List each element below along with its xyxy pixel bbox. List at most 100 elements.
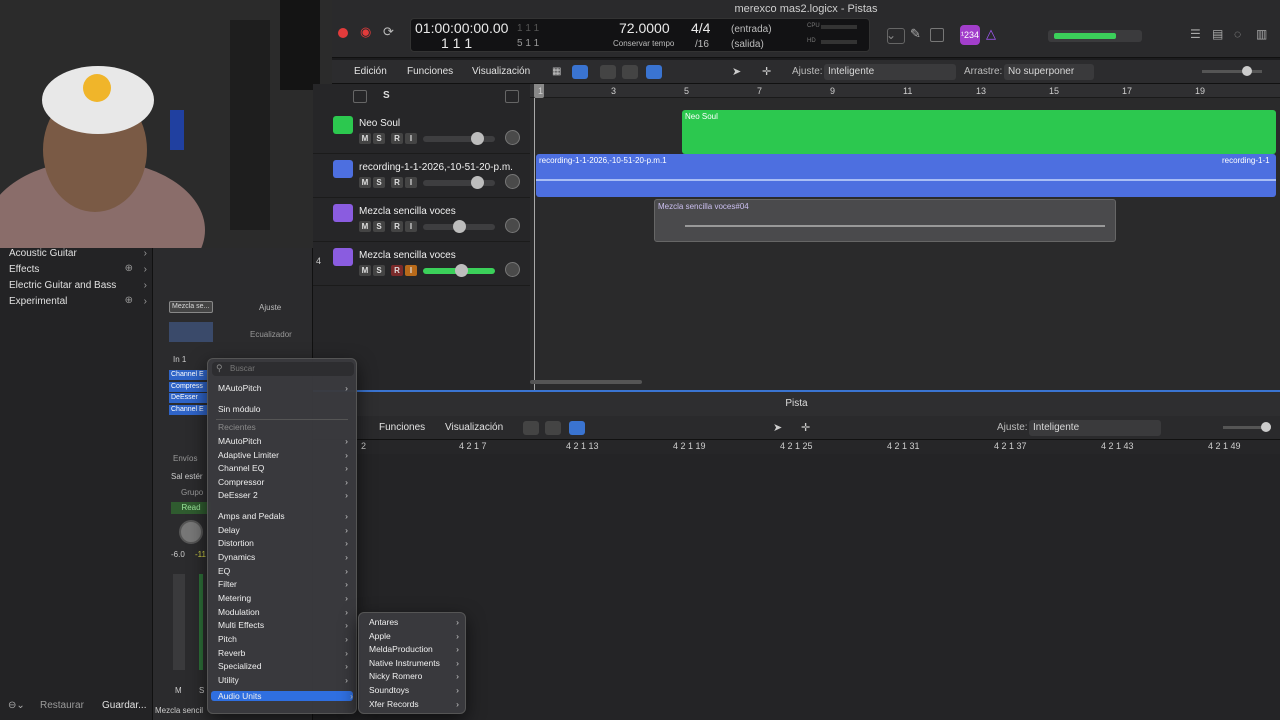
track-record-button[interactable]: R bbox=[391, 221, 403, 232]
editor-catch-icon[interactable] bbox=[569, 421, 585, 435]
menu-item-category[interactable]: Distortion › bbox=[218, 538, 348, 548]
menu-item-recent[interactable]: Adaptive Limiter › bbox=[218, 450, 348, 460]
menu-item-category[interactable]: Multi Effects › bbox=[218, 620, 348, 630]
menu-item-audio-units[interactable]: Audio Units › bbox=[211, 691, 353, 702]
editor-ajuste-select[interactable]: Inteligente bbox=[1029, 420, 1161, 436]
library-settings-icon[interactable]: ⊖⌄ bbox=[8, 700, 25, 711]
au-manufacturer-item[interactable]: Apple › bbox=[369, 631, 459, 641]
mute-button[interactable]: M bbox=[175, 686, 182, 695]
track-header[interactable]: Mezcla sencilla voces M S R I bbox=[313, 198, 530, 242]
menu-item-recent[interactable]: DeEsser 2 › bbox=[218, 490, 348, 500]
au-manufacturer-item[interactable]: Antares › bbox=[369, 617, 459, 627]
track-volume-knob[interactable] bbox=[453, 220, 466, 233]
menu-item-category[interactable]: Specialized › bbox=[218, 661, 348, 671]
track-input-monitor-button[interactable]: I bbox=[405, 221, 417, 232]
library-item[interactable]: Electric Guitar and Bass › bbox=[9, 280, 149, 291]
capture-recording-icon[interactable]: ◉ bbox=[360, 24, 371, 40]
automation-read[interactable]: Read bbox=[171, 502, 211, 514]
region-recording[interactable]: recording-1-1-2026,-10-51-20-p.m.1 recor… bbox=[536, 154, 1276, 197]
restore-button[interactable]: Restaurar bbox=[40, 700, 84, 711]
track-mute-button[interactable]: M bbox=[359, 177, 371, 188]
track-name[interactable]: Neo Soul bbox=[359, 118, 400, 129]
track-name[interactable]: Mezcla sencilla voces bbox=[359, 206, 456, 217]
menu-item-category[interactable]: Modulation › bbox=[218, 607, 348, 617]
menu-item-category[interactable]: Reverb › bbox=[218, 648, 348, 658]
menu-visualizacion[interactable]: Visualización bbox=[472, 66, 530, 77]
editor-automation-icon[interactable] bbox=[523, 421, 539, 435]
add-icon[interactable]: ⊕ bbox=[125, 295, 133, 306]
au-manufacturer-item[interactable]: MeldaProduction › bbox=[369, 644, 459, 654]
plugin-slot[interactable]: Channel E bbox=[169, 370, 209, 380]
ecualizador-button[interactable]: Ecualizador bbox=[250, 330, 292, 339]
track-header[interactable]: 4 Mezcla sencilla voces M S R I bbox=[313, 242, 530, 286]
track-solo-button[interactable]: S bbox=[373, 133, 385, 144]
volume-fader[interactable] bbox=[173, 574, 185, 670]
notes-icon[interactable] bbox=[930, 28, 944, 42]
track-solo-button[interactable]: S bbox=[373, 221, 385, 232]
library-item[interactable]: Effects ⊕ › bbox=[9, 263, 149, 275]
menu-funciones[interactable]: Funciones bbox=[407, 66, 453, 77]
track-icon[interactable] bbox=[333, 116, 353, 134]
count-in-badge[interactable]: ¹234 bbox=[960, 25, 980, 45]
cycle-icon[interactable]: ⟳ bbox=[383, 24, 394, 40]
menu-item-recent[interactable]: Compressor › bbox=[218, 477, 348, 487]
editor-zoom-slider[interactable] bbox=[1223, 422, 1271, 432]
grid-icon[interactable]: ▦ bbox=[552, 66, 561, 77]
track-name[interactable]: Mezcla sencilla voces bbox=[359, 250, 456, 261]
track-volume-knob[interactable] bbox=[471, 176, 484, 189]
track-volume-knob[interactable] bbox=[471, 132, 484, 145]
track-icon[interactable] bbox=[333, 204, 353, 222]
track-pan-knob[interactable] bbox=[505, 130, 520, 145]
plugin-slot[interactable]: DeEsser bbox=[169, 393, 209, 403]
eq-thumbnail[interactable] bbox=[169, 322, 213, 342]
track-pan-knob[interactable] bbox=[505, 218, 520, 233]
plugin-search-field[interactable]: ⚲ Buscar bbox=[212, 362, 354, 376]
au-manufacturer-item[interactable]: Native Instruments › bbox=[369, 658, 459, 668]
menu-item-recent[interactable]: MAutoPitch › bbox=[218, 436, 348, 446]
ajuste-select[interactable]: Inteligente bbox=[824, 64, 956, 80]
au-manufacturer-item[interactable]: Soundtoys › bbox=[369, 685, 459, 695]
menu-item-category[interactable]: Filter › bbox=[218, 579, 348, 589]
menu-item-category[interactable]: Utility › bbox=[218, 675, 348, 685]
menu-edicion[interactable]: Edición bbox=[354, 66, 387, 77]
track-input-monitor-button[interactable]: I bbox=[405, 177, 417, 188]
list-icon[interactable]: ☰ bbox=[1190, 27, 1201, 41]
loop-browser-icon[interactable]: ◌ bbox=[1234, 27, 1241, 41]
track-mute-button[interactable]: M bbox=[359, 221, 371, 232]
track-volume-slider[interactable] bbox=[423, 136, 495, 142]
editor-flex-icon[interactable] bbox=[545, 421, 561, 435]
region-mezcla[interactable]: Mezcla sencilla voces#04 bbox=[654, 199, 1116, 242]
list-view-icon[interactable] bbox=[572, 65, 588, 79]
track-solo-button[interactable]: S bbox=[373, 265, 385, 276]
track-icon[interactable] bbox=[333, 248, 353, 266]
track-pan-knob[interactable] bbox=[505, 262, 520, 277]
library-item[interactable]: Acoustic Guitar › bbox=[9, 248, 149, 259]
pan-knob[interactable] bbox=[179, 520, 203, 544]
region-name-field[interactable]: Mezcla se... bbox=[169, 301, 213, 313]
track-record-button[interactable]: R bbox=[391, 265, 403, 276]
lcd-display[interactable]: 01:00:00:00.00 1 1 1 1 1 1 5 1 1 72.0000… bbox=[410, 18, 870, 52]
track-pan-knob[interactable] bbox=[505, 174, 520, 189]
track-mute-button[interactable]: M bbox=[359, 265, 371, 276]
menu-item-recent[interactable]: Channel EQ › bbox=[218, 463, 348, 473]
track-record-button[interactable]: R bbox=[391, 177, 403, 188]
library-item[interactable]: Experimental ⊕ › bbox=[9, 295, 149, 307]
editor-ruler[interactable]: 2 4 2 1 7 4 2 1 13 4 2 1 19 4 2 1 25 4 2 1 31… bbox=[313, 440, 1280, 454]
track-mute-button[interactable]: M bbox=[359, 133, 371, 144]
tracks-area[interactable]: 1 3 5 7 9 11 13 15 17 19 Neo Soul recording-1-1-2… bbox=[530, 84, 1280, 390]
track-input-monitor-button[interactable]: I bbox=[405, 133, 417, 144]
au-manufacturer-item[interactable]: Nicky Romero › bbox=[369, 671, 459, 681]
zoom-slider[interactable] bbox=[1202, 66, 1262, 76]
output-label[interactable]: Sal estér bbox=[171, 472, 203, 481]
editor-menu-visualizacion[interactable]: Visualización bbox=[445, 422, 503, 433]
menu-item-mautopitch[interactable]: MAutoPitch › bbox=[218, 383, 348, 393]
track-icon[interactable] bbox=[333, 160, 353, 178]
solo-button[interactable]: S bbox=[199, 686, 204, 695]
editor-crosshair-tool-icon[interactable]: ✛ bbox=[801, 421, 810, 434]
pencil-icon[interactable]: ✎ bbox=[910, 26, 921, 42]
horizontal-scrollbar[interactable] bbox=[530, 380, 642, 384]
menu-item-sin-modulo[interactable]: Sin módulo bbox=[218, 404, 348, 414]
group-label[interactable]: Grupo bbox=[181, 488, 203, 497]
editor-menu-funciones[interactable]: Funciones bbox=[379, 422, 425, 433]
plugin-slot[interactable]: Compress bbox=[169, 381, 209, 392]
